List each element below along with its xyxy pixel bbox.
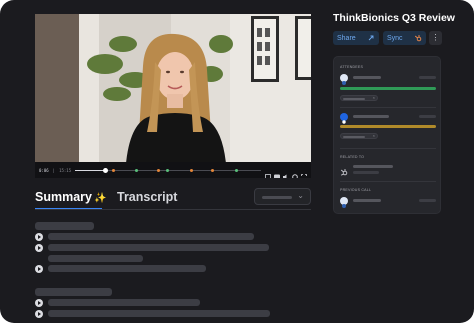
attendee-name: [353, 115, 389, 118]
summary-line: [48, 299, 200, 306]
share-button[interactable]: Share: [333, 31, 379, 45]
play-snippet-icon[interactable]: [35, 310, 43, 318]
timeline-marker[interactable]: [166, 168, 170, 172]
seek-progress: [75, 169, 105, 171]
divider: [340, 148, 436, 149]
play-snippet-icon[interactable]: [35, 265, 43, 273]
attendee-name: [353, 76, 381, 79]
divider: [340, 107, 436, 108]
sync-button[interactable]: Sync: [383, 31, 426, 45]
settings-icon[interactable]: [292, 167, 298, 178]
captions-icon[interactable]: [274, 167, 280, 178]
time-separator: |: [52, 167, 56, 173]
player-controls: 0:06 | 15:15: [35, 162, 311, 178]
previous-call-caption: PREVIOUS CALL: [340, 188, 372, 192]
fullscreen-exit-icon[interactable]: [265, 167, 271, 178]
timeline-marker[interactable]: [234, 168, 238, 172]
tab-summary[interactable]: Summary ✨: [35, 190, 106, 204]
attendee-talk-time-bar: [340, 87, 436, 90]
attendee-company-icon: [340, 74, 348, 85]
timeline-marker[interactable]: [134, 168, 138, 172]
summary-line: [48, 265, 206, 272]
summary-format-dropdown[interactable]: ⌄: [254, 188, 311, 205]
volume-icon[interactable]: [283, 167, 289, 178]
seek-handle[interactable]: [102, 167, 108, 173]
tab-summary-label: Summary: [35, 190, 92, 204]
hubspot-icon: [340, 163, 348, 176]
summary-line: [48, 233, 254, 240]
share-button-label: Share: [337, 34, 356, 42]
previous-call-icon: [340, 197, 348, 208]
current-time: 0:06: [39, 167, 49, 173]
attendee-meta: [419, 115, 436, 118]
tab-divider: [35, 209, 311, 210]
attendee-tag[interactable]: ×: [340, 95, 378, 101]
summary-section-heading: [35, 288, 112, 296]
meeting-title: ThinkBionics Q3 Review: [333, 12, 455, 24]
play-snippet-icon[interactable]: [35, 233, 43, 241]
sync-button-label: Sync: [387, 34, 403, 42]
timeline-marker[interactable]: [112, 168, 116, 172]
previous-call-meta: [419, 199, 436, 202]
video-frame: [35, 14, 311, 178]
attendee-meta: [419, 76, 436, 79]
hubspot-icon: [414, 34, 422, 42]
remove-tag-icon[interactable]: ×: [373, 133, 375, 138]
play-snippet-icon[interactable]: [35, 244, 43, 252]
tag-text: [343, 135, 365, 138]
attendee-talk-time-bar: [340, 125, 436, 128]
attendees-caption: ATTENDEES: [340, 65, 364, 69]
related-caption: RELATED TO: [340, 155, 365, 159]
control-icons: [265, 167, 307, 178]
link-icon: [367, 34, 375, 42]
more-options-button[interactable]: ⋮: [429, 31, 442, 45]
summary-line: [48, 310, 270, 317]
summary-line: [48, 244, 269, 251]
attendee-avatar-icon: [340, 113, 348, 124]
timeline-marker[interactable]: [210, 168, 214, 172]
duration: 15:15: [59, 167, 72, 173]
dropdown-value-placeholder: [262, 196, 292, 199]
play-snippet-icon[interactable]: [35, 299, 43, 307]
divider: [340, 181, 436, 182]
fullscreen-icon[interactable]: [301, 167, 307, 178]
attendee-tag[interactable]: ×: [340, 133, 378, 139]
tag-text: [343, 97, 365, 100]
meeting-details-card: ATTENDEES × × RELATED TO PREVIOUS CALL: [333, 56, 441, 214]
video-player[interactable]: 0:06 | 15:15: [35, 14, 311, 178]
app-window: 0:06 | 15:15 Summary ✨ Transcript ⌄ Thin…: [0, 0, 474, 323]
seek-bar[interactable]: [75, 165, 261, 175]
summary-section-heading: [35, 222, 94, 230]
tab-bar: Summary ✨ Transcript ⌄: [35, 188, 311, 212]
previous-call-name[interactable]: [353, 199, 381, 202]
chevron-down-icon: ⌄: [297, 191, 304, 200]
timeline-marker[interactable]: [156, 168, 160, 172]
related-record-name[interactable]: [353, 165, 393, 168]
summary-line: [48, 255, 143, 262]
sparkle-icon: ✨: [93, 193, 107, 204]
tab-transcript[interactable]: Transcript: [117, 190, 177, 204]
related-record-meta: [353, 171, 379, 174]
remove-tag-icon[interactable]: ×: [373, 95, 375, 100]
